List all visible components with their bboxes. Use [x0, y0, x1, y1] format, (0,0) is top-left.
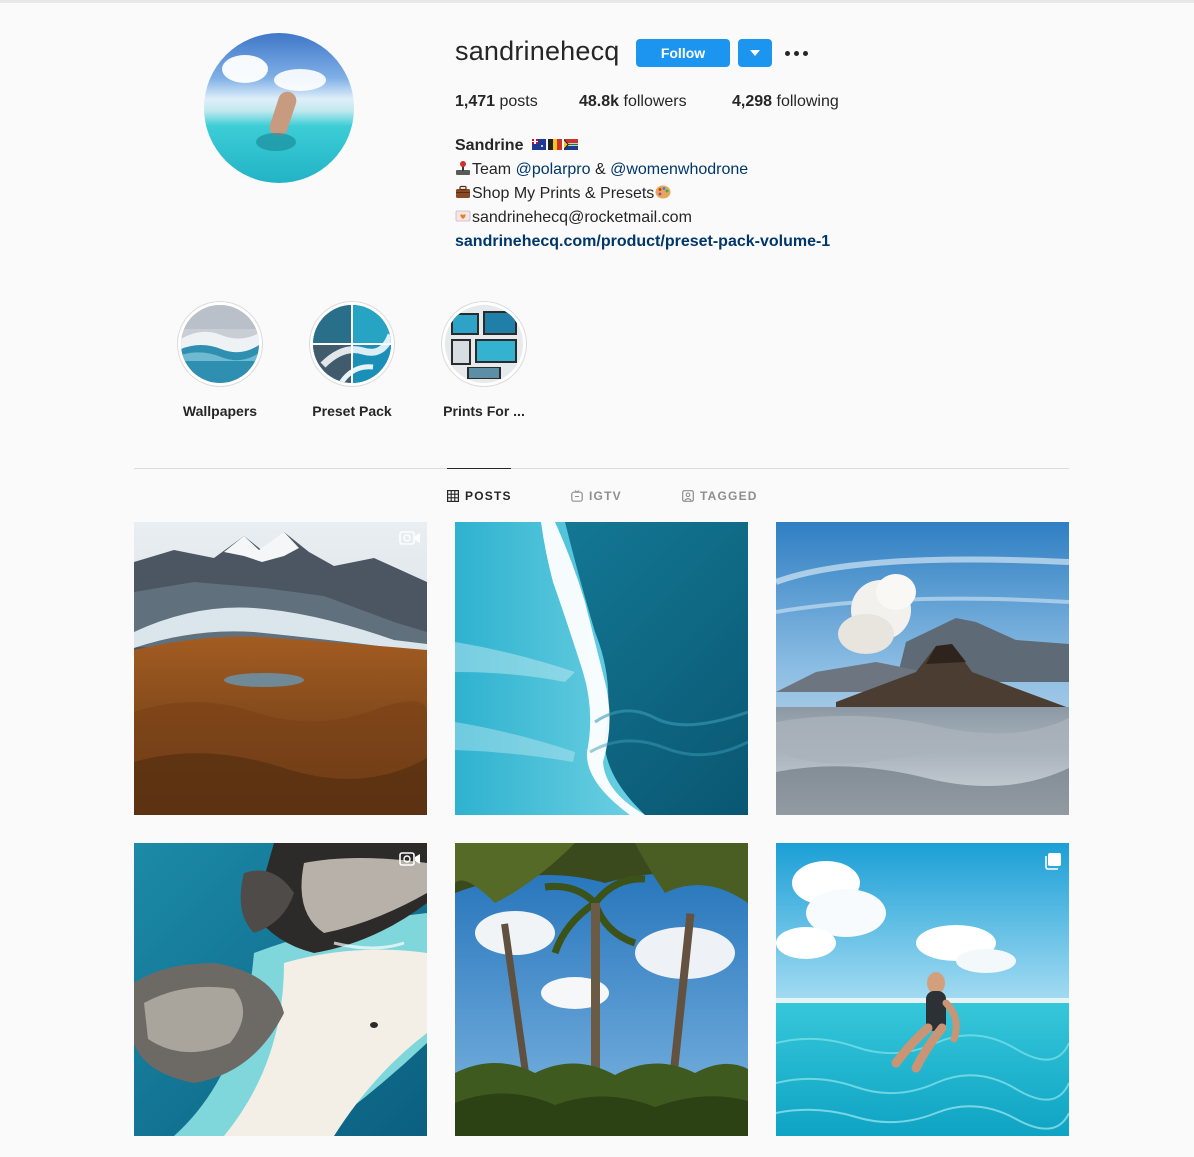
post-image — [455, 843, 748, 1136]
following-link[interactable]: 4,298 following — [732, 93, 839, 111]
australia-flag-icon — [531, 139, 546, 150]
profile-username: sandrinehecq — [455, 36, 620, 66]
post-image — [134, 522, 427, 815]
stat-value: 48.8k — [579, 93, 620, 110]
palette-icon — [655, 185, 671, 199]
tab-tagged[interactable]: TAGGED — [682, 489, 758, 503]
mention-polarpro-link[interactable]: @polarpro — [516, 161, 591, 178]
carousel-icon — [1045, 853, 1061, 870]
tab-label: POSTS — [465, 489, 512, 503]
bio-name: Sandrine — [455, 137, 524, 154]
stat-value: 4,298 — [732, 93, 773, 110]
ocean-before-after-image — [313, 305, 391, 383]
highlight-label: Prints For ... — [443, 403, 525, 419]
stat-label: following — [776, 93, 839, 110]
belgium-flag-icon — [547, 139, 562, 150]
post-tile[interactable] — [455, 843, 748, 1136]
avatar-shadow — [256, 133, 296, 151]
website-link[interactable]: sandrinehecq.com/product/preset-pack-vol… — [455, 233, 830, 250]
suggestions-dropdown-button[interactable] — [738, 39, 772, 67]
chevron-down-icon — [750, 50, 760, 56]
follow-button[interactable]: Follow — [636, 39, 730, 67]
profile-avatar[interactable] — [204, 33, 354, 183]
avatar-cloud — [222, 55, 268, 83]
highlight-ring — [441, 301, 527, 387]
post-image — [134, 843, 427, 1136]
stat-value: 1,471 — [455, 93, 496, 110]
post-tile[interactable] — [134, 843, 427, 1136]
highlight-ring — [309, 301, 395, 387]
bio-line-website: sandrinehecq.com/product/preset-pack-vol… — [455, 230, 830, 254]
followers-link[interactable]: 48.8k followers — [579, 93, 687, 111]
bio-text: & — [590, 161, 611, 178]
more-options-button[interactable] — [784, 42, 810, 64]
avatar-person — [267, 89, 299, 139]
wave-thumbnail-image — [181, 305, 259, 383]
bio-text: Team — [472, 161, 516, 178]
south-africa-flag-icon — [563, 139, 578, 150]
tagged-icon — [682, 490, 694, 502]
highlight-thumbnail — [445, 305, 523, 383]
highlight-thumbnail — [181, 305, 259, 383]
highlight-preset-pack[interactable]: Preset Pack — [309, 301, 395, 419]
briefcase-icon — [456, 185, 470, 198]
post-tile[interactable] — [776, 522, 1069, 815]
tab-posts[interactable]: POSTS — [447, 489, 512, 503]
igtv-video-icon — [399, 852, 420, 866]
post-image — [776, 843, 1069, 1136]
highlight-label: Wallpapers — [182, 403, 258, 419]
bio-line-team: Team @polarpro & @womenwhodrone — [455, 158, 830, 182]
framed-prints-image — [445, 305, 523, 383]
tab-igtv[interactable]: IGTV — [571, 489, 622, 503]
post-tile[interactable] — [455, 522, 748, 815]
bio-name-line: Sandrine — [455, 134, 830, 158]
mention-womenwhodrone-link[interactable]: @womenwhodrone — [610, 161, 748, 178]
tab-label: IGTV — [589, 489, 622, 503]
bio-line-email: sandrinehecq@rocketmail.com — [455, 206, 830, 230]
love-letter-icon — [455, 210, 471, 222]
post-tile[interactable] — [134, 522, 427, 815]
highlight-ring — [177, 301, 263, 387]
stat-label: followers — [623, 93, 687, 110]
highlight-wallpapers[interactable]: Wallpapers — [177, 301, 263, 419]
post-image — [455, 522, 748, 815]
highlight-prints[interactable]: Prints For ... — [441, 301, 527, 419]
igtv-icon — [571, 490, 583, 502]
stat-label: posts — [499, 93, 538, 110]
active-tab-indicator — [447, 468, 511, 469]
highlight-label: Preset Pack — [312, 403, 392, 419]
post-image — [776, 522, 1069, 815]
more-icon-dot — [794, 51, 799, 56]
bio-email: sandrinehecq@rocketmail.com — [472, 209, 692, 226]
joystick-icon — [456, 161, 470, 175]
post-tile[interactable] — [776, 843, 1069, 1136]
bio-line-shop: Shop My Prints & Presets — [455, 182, 830, 206]
tabs-divider — [134, 468, 1069, 469]
top-border — [0, 0, 1194, 3]
highlight-thumbnail — [313, 305, 391, 383]
avatar-cloud — [274, 69, 326, 91]
igtv-video-icon — [399, 531, 420, 545]
more-icon-dot — [785, 51, 790, 56]
grid-icon — [447, 490, 459, 502]
posts-count: 1,471 posts — [455, 93, 538, 111]
more-icon-dot — [803, 51, 808, 56]
profile-bio: Sandrine Team @polarpro & @womenwhodrone… — [455, 134, 830, 254]
bio-text: Shop My Prints & Presets — [472, 185, 655, 202]
tab-label: TAGGED — [700, 489, 758, 503]
